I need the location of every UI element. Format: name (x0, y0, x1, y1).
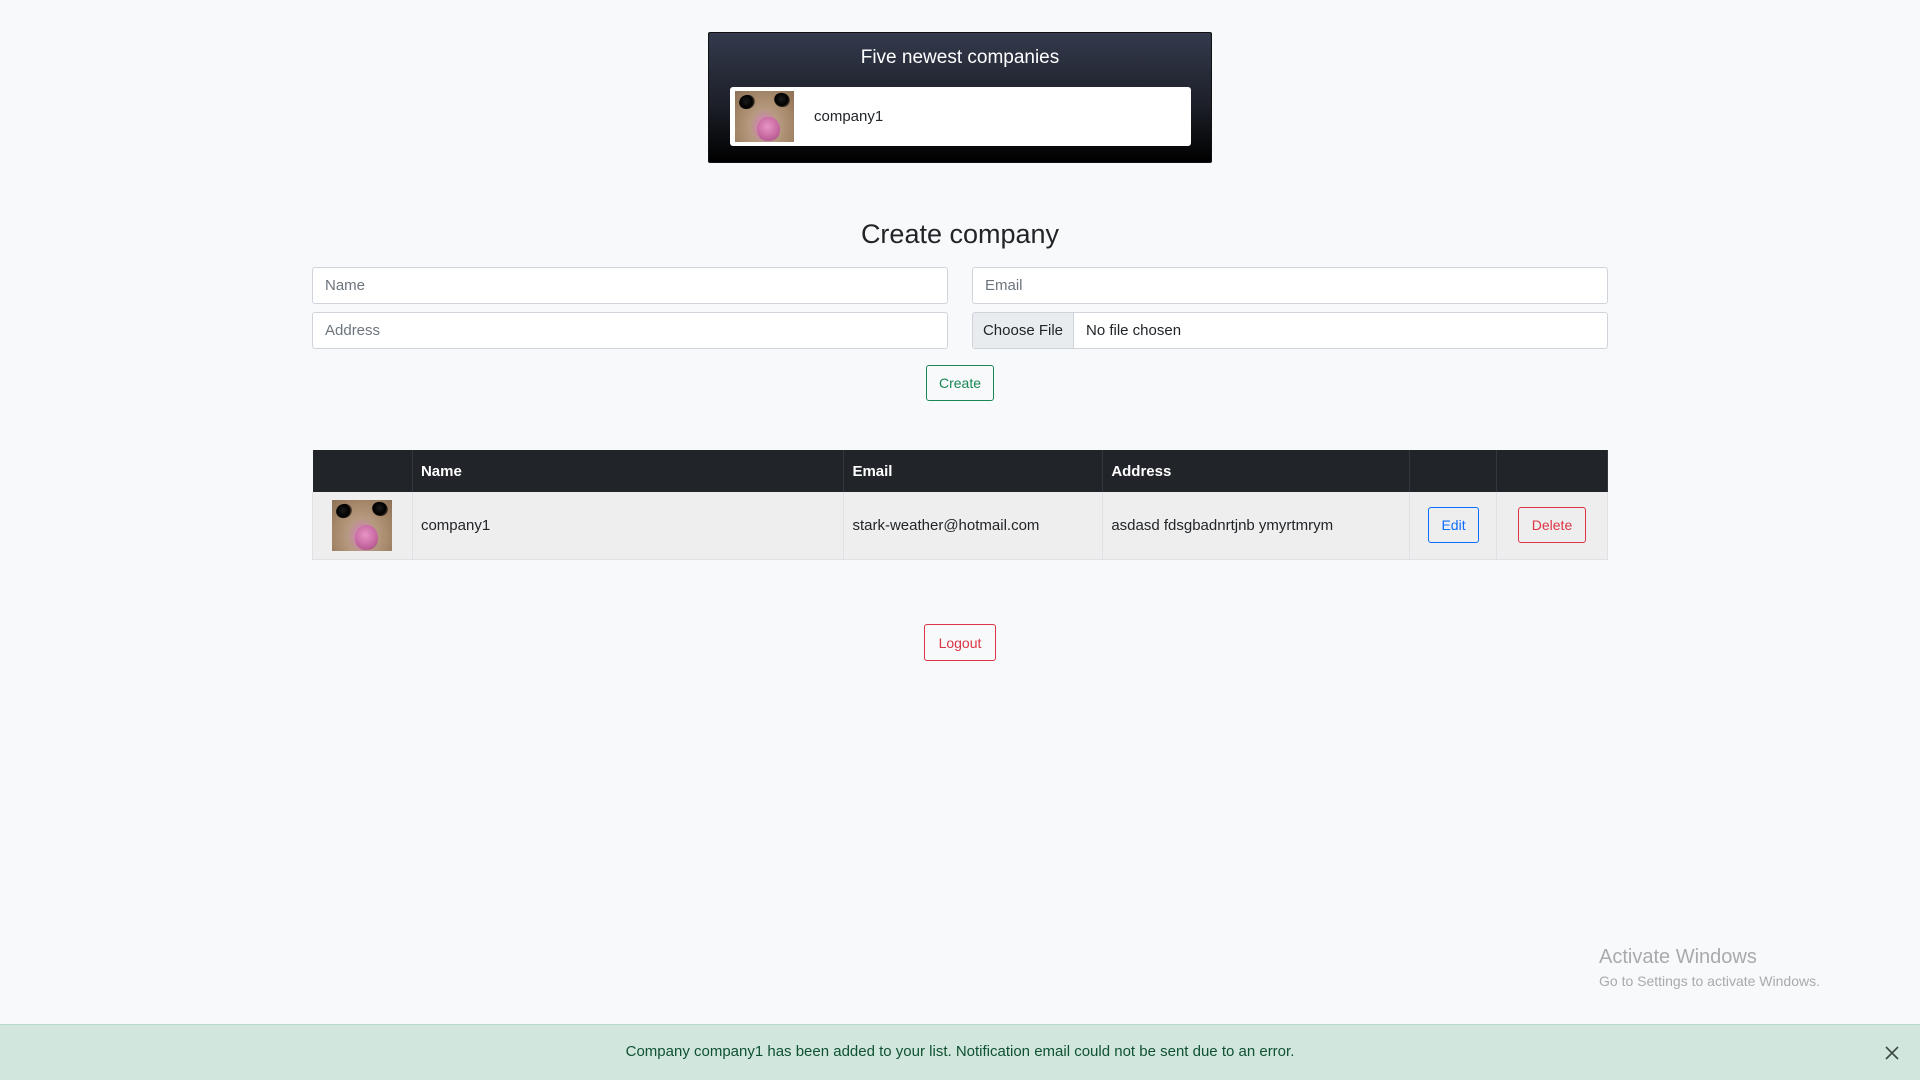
company-logo-image (735, 91, 794, 142)
choose-file-button[interactable]: Choose File (973, 313, 1074, 348)
close-icon[interactable] (1880, 1041, 1904, 1065)
create-button[interactable]: Create (926, 365, 994, 401)
table-header-email: Email (843, 450, 1104, 492)
address-input[interactable] (312, 312, 948, 349)
company-logo-image (332, 499, 392, 551)
row-edit-cell: Edit (1409, 492, 1497, 560)
newest-company-name: company1 (814, 108, 884, 125)
delete-button[interactable]: Delete (1518, 507, 1586, 544)
row-email: stark-weather@hotmail.com (843, 492, 1104, 560)
logout-button[interactable]: Logout (924, 624, 996, 661)
file-status-text: No file chosen (1086, 322, 1182, 339)
table-header-delete (1496, 450, 1608, 492)
email-input[interactable] (972, 267, 1608, 304)
edit-button[interactable]: Edit (1428, 507, 1480, 544)
row-logo-cell (312, 492, 413, 560)
newest-company-item: company1 (730, 87, 1191, 146)
newest-companies-title: Five newest companies (860, 47, 1060, 68)
logo-file-input[interactable]: Choose File No file chosen (972, 312, 1608, 349)
row-name: company1 (412, 492, 845, 560)
name-input[interactable] (312, 267, 948, 304)
watermark-title: Activate Windows (1599, 946, 1757, 968)
table-header-logo (312, 450, 413, 492)
table-row: company1 stark-weather@hotmail.com asdas… (312, 492, 1608, 560)
table-header-address: Address (1102, 450, 1411, 492)
companies-table: Name Email Address company1 stark-weathe… (312, 450, 1608, 560)
alert-message: Company company1 has been added to your … (625, 1043, 1295, 1060)
page: Five newest companies company1 Create co… (0, 0, 1920, 1080)
table-header-edit (1409, 450, 1497, 492)
table-header-name: Name (412, 450, 845, 492)
table-header-row: Name Email Address (312, 450, 1608, 492)
activate-windows-watermark: Activate Windows Go to Settings to activ… (1599, 946, 1820, 989)
watermark-subtitle: Go to Settings to activate Windows. (1599, 973, 1820, 989)
row-address: asdasd fdsgbadnrtjnb ymyrtmrym (1102, 492, 1411, 560)
create-company-title: Create company (860, 219, 1060, 249)
row-delete-cell: Delete (1496, 492, 1608, 560)
newest-companies-card: Five newest companies company1 (708, 32, 1212, 163)
success-alert: Company company1 has been added to your … (0, 1024, 1920, 1080)
